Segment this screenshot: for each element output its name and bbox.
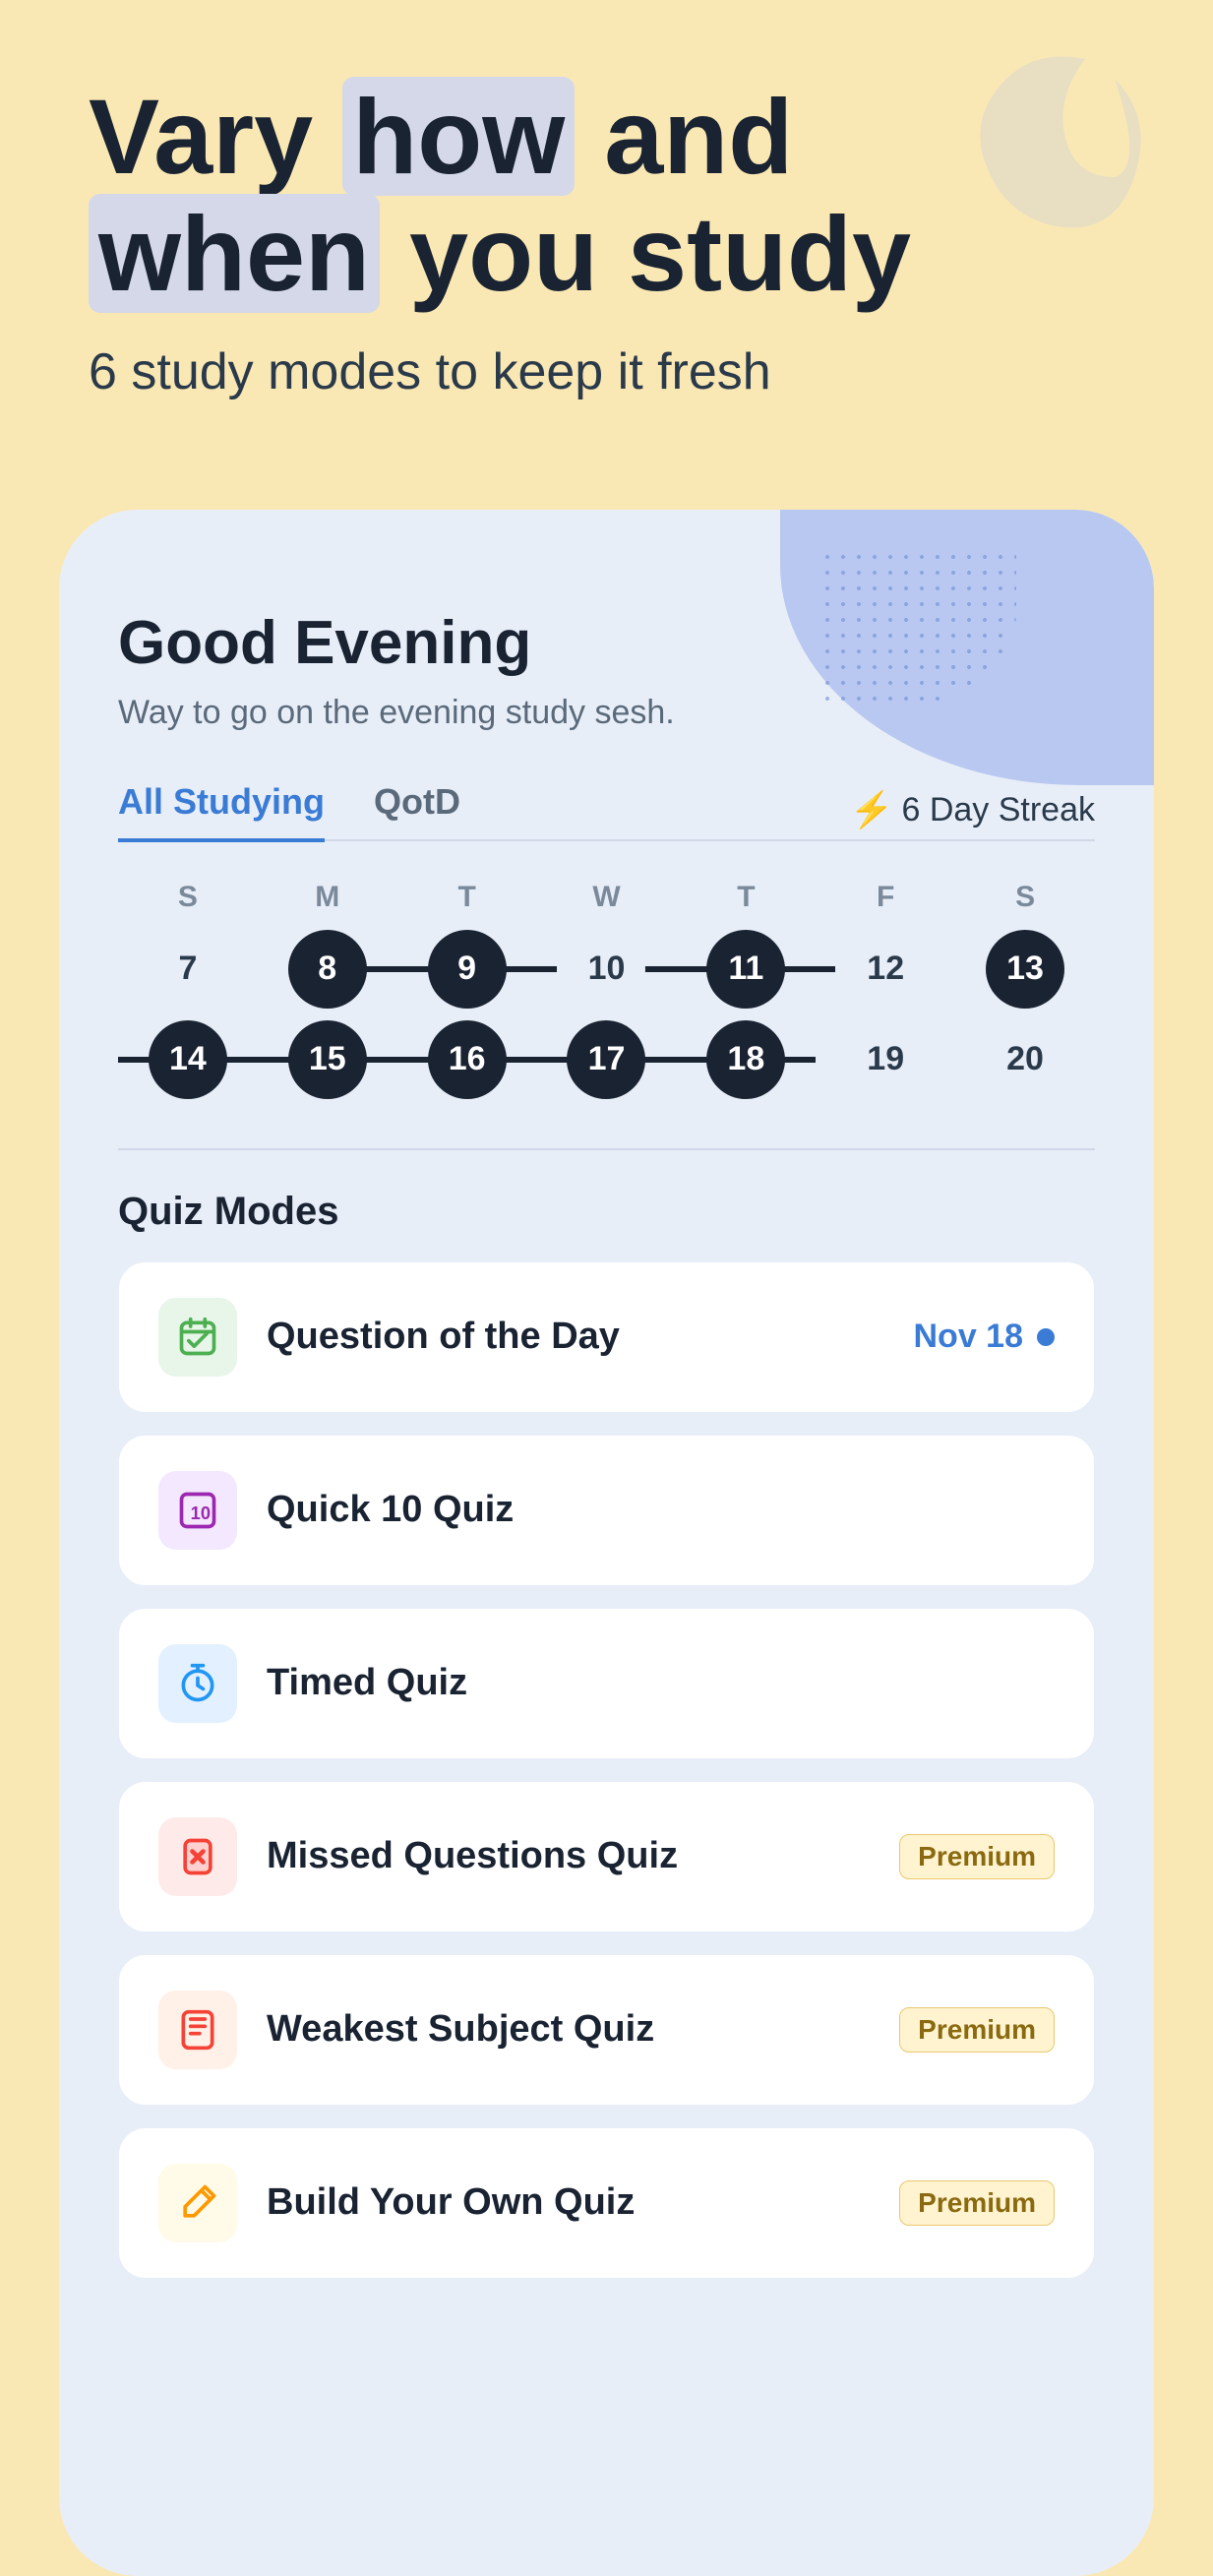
calendar-header: S M T W T F S xyxy=(118,881,1095,914)
cal-label-m: M xyxy=(258,881,397,914)
quiz-modes-title: Quiz Modes xyxy=(118,1190,1095,1234)
quiz-meta-weakest: Premium xyxy=(899,2007,1055,2053)
quiz-icon-build xyxy=(158,2164,237,2242)
moon-icon xyxy=(957,39,1154,236)
highlight-when: when xyxy=(89,194,380,313)
cal-label-w: W xyxy=(537,881,677,914)
bg-decoration xyxy=(780,510,1154,884)
calendar-section: S M T W T F S 7 8 9 10 11 12 13 14 15 16 xyxy=(118,881,1095,1099)
premium-badge-missed: Premium xyxy=(899,1834,1055,1879)
cal-day-20[interactable]: 20 xyxy=(986,1020,1064,1099)
premium-badge-build: Premium xyxy=(899,2180,1055,2226)
cal-day-18[interactable]: 18 xyxy=(706,1020,785,1099)
quiz-card-qotd[interactable]: Question of the Day Nov 18 xyxy=(118,1261,1095,1413)
dot-indicator-qotd xyxy=(1037,1328,1055,1346)
quiz-name-weakest: Weakest Subject Quiz xyxy=(267,2008,870,2051)
quiz-name-quick10: Quick 10 Quiz xyxy=(267,1489,1055,1531)
quiz-date-qotd: Nov 18 xyxy=(914,1318,1024,1356)
tab-qotd[interactable]: QotD xyxy=(374,781,460,838)
cal-label-f: F xyxy=(816,881,955,914)
quiz-name-build: Build Your Own Quiz xyxy=(267,2181,870,2224)
quiz-meta-build: Premium xyxy=(899,2180,1055,2226)
cal-label-s1: S xyxy=(118,881,258,914)
cal-day-8[interactable]: 8 xyxy=(288,930,367,1009)
highlight-how: how xyxy=(342,77,575,196)
cal-day-11[interactable]: 11 xyxy=(706,930,785,1009)
quiz-card-quick10[interactable]: 10 Quick 10 Quiz xyxy=(118,1435,1095,1586)
quiz-icon-quick10: 10 xyxy=(158,1471,237,1550)
cal-day-10[interactable]: 10 xyxy=(567,930,645,1009)
cal-day-12[interactable]: 12 xyxy=(846,930,925,1009)
phone-container: Good Evening Way to go on the evening st… xyxy=(59,510,1154,2576)
quiz-card-missed[interactable]: Missed Questions Quiz Premium xyxy=(118,1781,1095,1932)
calendar-week2: 14 15 16 17 18 19 20 xyxy=(118,1020,1095,1099)
svg-text:10: 10 xyxy=(191,1503,211,1523)
cal-label-t2: T xyxy=(676,881,816,914)
quiz-name-timed: Timed Quiz xyxy=(267,1662,1055,1704)
quiz-card-build[interactable]: Build Your Own Quiz Premium xyxy=(118,2127,1095,2279)
premium-badge-weakest: Premium xyxy=(899,2007,1055,2053)
hero-section: Vary how and when you study 6 study mode… xyxy=(0,0,1213,490)
quiz-meta-missed: Premium xyxy=(899,1834,1055,1879)
cal-day-7[interactable]: 7 xyxy=(149,930,227,1009)
divider xyxy=(118,1148,1095,1150)
cal-day-9[interactable]: 9 xyxy=(428,930,507,1009)
quiz-card-weakest[interactable]: Weakest Subject Quiz Premium xyxy=(118,1954,1095,2106)
quiz-icon-timed xyxy=(158,1644,237,1723)
quiz-name-qotd: Question of the Day xyxy=(267,1316,884,1358)
quiz-meta-qotd: Nov 18 xyxy=(914,1318,1056,1356)
cal-day-17[interactable]: 17 xyxy=(567,1020,645,1099)
hero-subtitle: 6 study modes to keep it fresh xyxy=(89,342,1124,401)
cal-day-14[interactable]: 14 xyxy=(149,1020,227,1099)
quiz-card-timed[interactable]: Timed Quiz xyxy=(118,1608,1095,1759)
quiz-icon-weakest xyxy=(158,1991,237,2069)
cal-day-16[interactable]: 16 xyxy=(428,1020,507,1099)
tab-all-studying[interactable]: All Studying xyxy=(118,781,325,842)
quiz-icon-qotd xyxy=(158,1298,237,1377)
quiz-name-missed: Missed Questions Quiz xyxy=(267,1835,870,1877)
cal-day-13[interactable]: 13 xyxy=(986,930,1064,1009)
quiz-icon-missed xyxy=(158,1817,237,1896)
cal-day-15[interactable]: 15 xyxy=(288,1020,367,1099)
cal-label-t1: T xyxy=(397,881,537,914)
cal-label-s2: S xyxy=(955,881,1095,914)
cal-day-19[interactable]: 19 xyxy=(846,1020,925,1099)
calendar-week1: 7 8 9 10 11 12 13 xyxy=(118,930,1095,1009)
